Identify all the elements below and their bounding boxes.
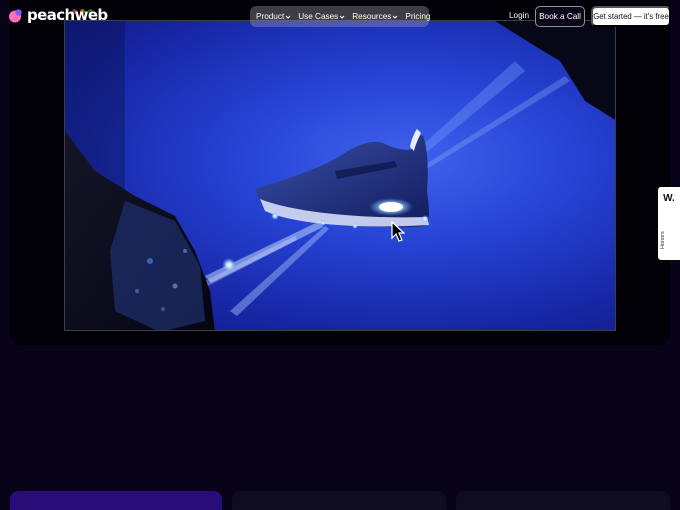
page: peachweb Product Use Cases Resources Pri… <box>0 0 680 510</box>
sneaker-scene-illustration <box>65 21 615 330</box>
nav-item-resources[interactable]: Resources <box>352 12 398 21</box>
feature-card-1[interactable] <box>10 491 222 510</box>
awards-badge[interactable]: W. Honors <box>658 187 680 260</box>
chevron-down-icon <box>393 15 398 19</box>
hero-video[interactable] <box>64 20 616 331</box>
nav-item-product[interactable]: Product <box>256 12 291 21</box>
logo-text: peachweb <box>27 6 108 24</box>
feature-card-2[interactable] <box>232 491 446 510</box>
nav-item-pricing[interactable]: Pricing <box>405 12 430 21</box>
mouse-pointer-icon <box>391 220 406 248</box>
main-nav: Product Use Cases Resources Pricing <box>250 6 430 27</box>
login-link[interactable]: Login <box>509 11 529 20</box>
book-call-button[interactable]: Book a Call <box>535 6 585 27</box>
peach-logo-icon <box>8 7 24 23</box>
chevron-down-icon <box>339 15 345 19</box>
logo[interactable]: peachweb <box>8 6 108 24</box>
nav-item-label: Pricing <box>405 12 431 21</box>
nav-item-label: Product <box>256 12 285 21</box>
awards-logo: W. <box>663 193 675 204</box>
nav-item-label: Resources <box>352 12 392 21</box>
chevron-down-icon <box>285 15 291 19</box>
feature-card-3[interactable] <box>456 491 670 510</box>
awards-label: Honors <box>660 231 666 249</box>
nav-item-use-cases[interactable]: Use Cases <box>298 12 345 21</box>
nav-item-label: Use Cases <box>298 12 339 21</box>
get-started-button[interactable]: Get started — it's free <box>591 6 671 27</box>
site-header: peachweb Product Use Cases Resources Pri… <box>0 0 680 34</box>
